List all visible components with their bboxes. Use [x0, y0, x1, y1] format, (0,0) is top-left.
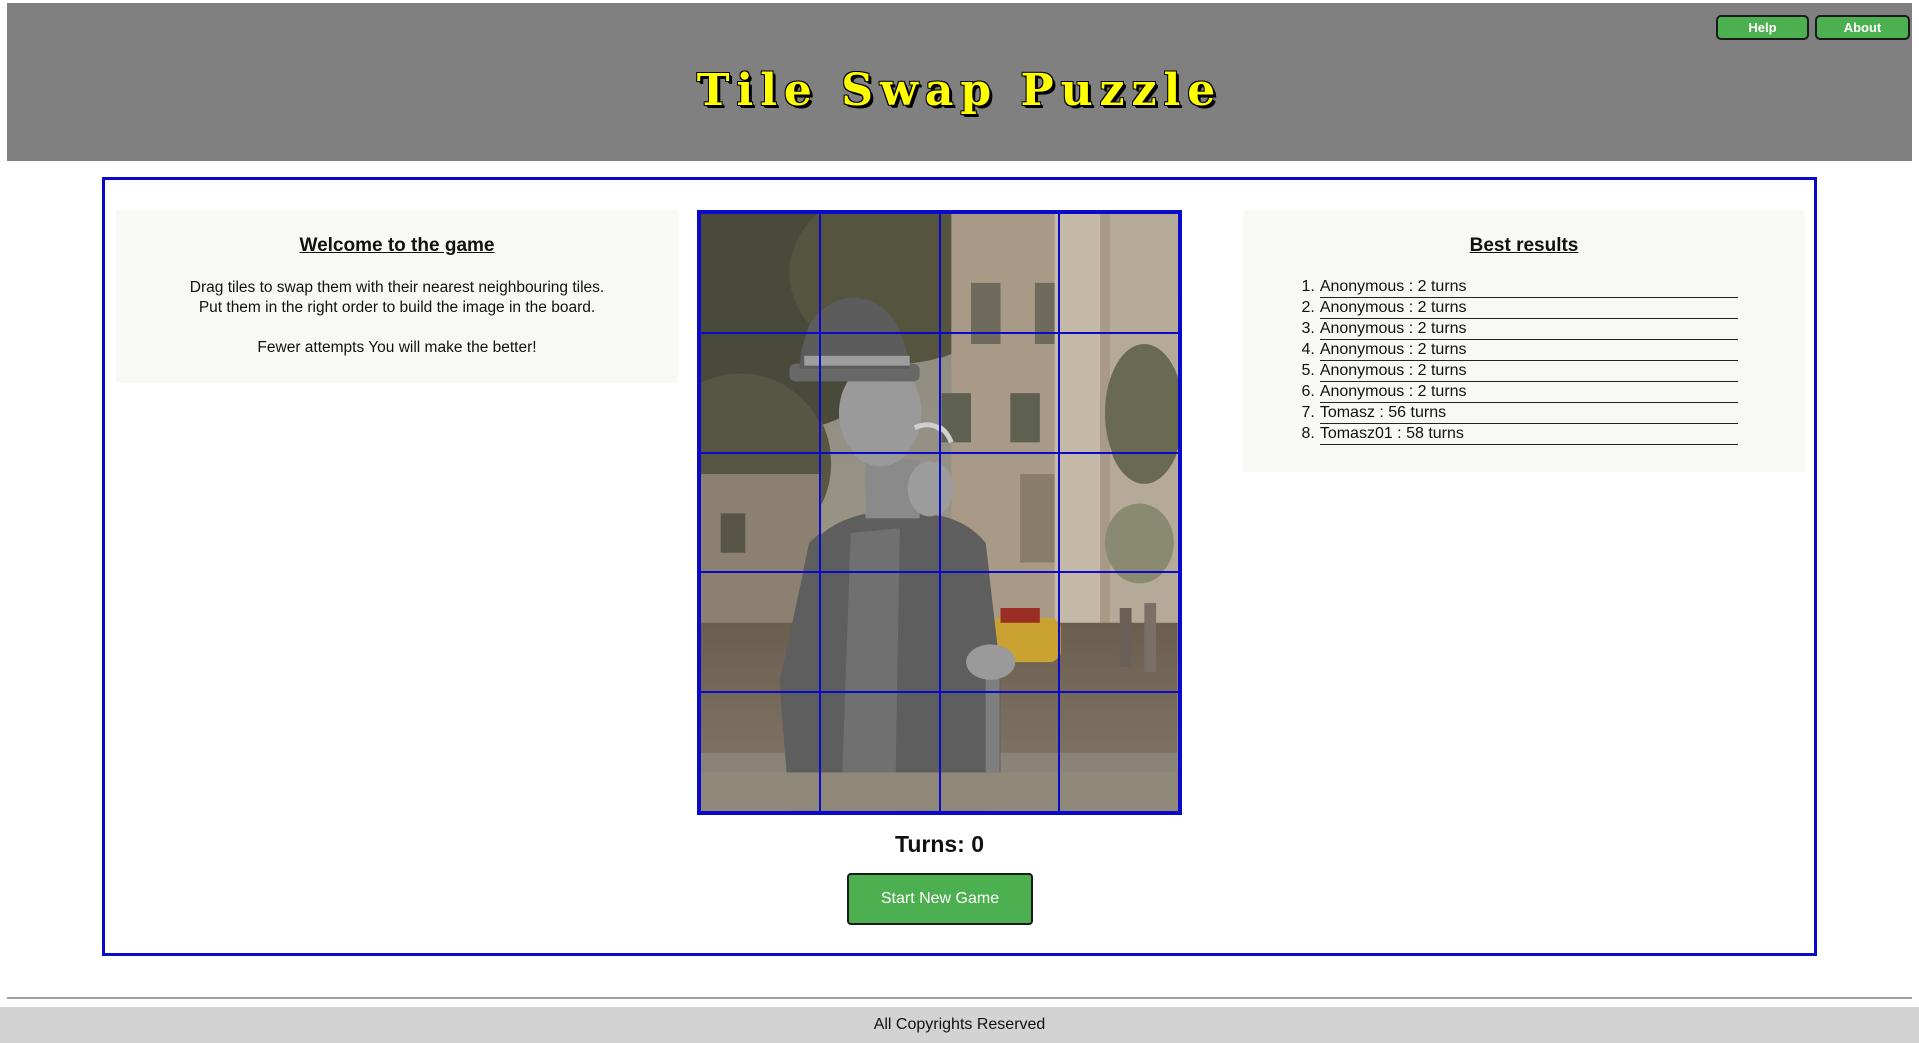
tile-image: [701, 693, 819, 811]
tile-image: [1060, 573, 1178, 692]
result-text: Anonymous : 2 turns: [1319, 319, 1738, 340]
result-text: Tomasz : 56 turns: [1319, 403, 1738, 424]
tile-image: [940, 693, 1059, 811]
tile-image: [701, 453, 819, 572]
tile-image: [940, 333, 1059, 452]
tile-image: [1060, 214, 1178, 332]
puzzle-tile[interactable]: [700, 332, 820, 453]
tile-image: [820, 214, 939, 332]
welcome-heading: Welcome to the game: [299, 235, 495, 256]
puzzle-tile[interactable]: [1059, 452, 1179, 573]
result-text: Anonymous : 2 turns: [1319, 340, 1738, 361]
instruction-line: Fewer attempts You will make the better!: [257, 339, 537, 356]
tile-image: [1060, 453, 1178, 572]
puzzle-tile[interactable]: [700, 452, 820, 573]
puzzle-tile[interactable]: [939, 213, 1060, 333]
results-list: 1. Anonymous : 2 turns 2. Anonymous : 2 tur…: [1298, 277, 1738, 445]
puzzle-tile[interactable]: [819, 452, 940, 573]
result-rank: 6.: [1301, 383, 1315, 400]
tile-image: [701, 573, 819, 692]
results-heading: Best results: [1469, 235, 1579, 256]
puzzle-tile[interactable]: [1059, 692, 1179, 812]
tile-image: [701, 333, 819, 452]
result-text: Anonymous : 2 turns: [1319, 361, 1738, 382]
result-rank: 4.: [1301, 341, 1315, 358]
result-rank: 3.: [1301, 320, 1315, 337]
tile-image: [820, 453, 939, 572]
game-container: Welcome to the game Drag tiles to swap t…: [102, 177, 1817, 956]
puzzle-tile[interactable]: [1059, 213, 1179, 333]
start-new-game-button[interactable]: Start New Game: [847, 873, 1033, 925]
puzzle-tile[interactable]: [819, 692, 940, 812]
result-item: 1. Anonymous : 2 turns: [1298, 277, 1738, 298]
result-text: Anonymous : 2 turns: [1319, 298, 1738, 319]
result-item: 4. Anonymous : 2 turns: [1298, 340, 1738, 361]
turns-counter: Turns: 0: [894, 831, 985, 857]
puzzle-tile[interactable]: [819, 572, 940, 693]
footer: All Copyrights Reserved: [0, 1007, 1919, 1043]
puzzle-tile[interactable]: [819, 213, 940, 333]
puzzle-tile[interactable]: [939, 332, 1060, 453]
puzzle-tile[interactable]: [700, 213, 820, 333]
result-item: 8. Tomasz01 : 58 turns: [1298, 424, 1738, 445]
puzzle-board: [697, 210, 1182, 815]
result-item: 2. Anonymous : 2 turns: [1298, 298, 1738, 319]
about-button[interactable]: About: [1815, 15, 1910, 40]
result-text: Anonymous : 2 turns: [1319, 382, 1738, 403]
puzzle-tile[interactable]: [939, 572, 1060, 693]
result-item: 6. Anonymous : 2 turns: [1298, 382, 1738, 403]
page-title: Tile Swap Puzzle: [696, 65, 1223, 116]
result-text: Anonymous : 2 turns: [1319, 277, 1738, 298]
tile-image: [820, 573, 939, 692]
instructions: Drag tiles to swap them with their neare…: [116, 278, 678, 358]
tile-image: [820, 693, 939, 811]
puzzle-tile[interactable]: [700, 572, 820, 693]
result-item: 7. Tomasz : 56 turns: [1298, 403, 1738, 424]
tile-image: [940, 453, 1059, 572]
footer-divider: [7, 997, 1912, 999]
instruction-line: Put them in the right order to build the…: [198, 299, 596, 316]
tile-image: [1060, 333, 1178, 452]
copyright-text: All Copyrights Reserved: [873, 1016, 1046, 1033]
result-rank: 5.: [1301, 362, 1315, 379]
puzzle-tile[interactable]: [1059, 572, 1179, 693]
header-bar: Tile Swap Puzzle Help About: [7, 3, 1912, 161]
result-rank: 7.: [1301, 404, 1315, 421]
result-text: Tomasz01 : 58 turns: [1319, 424, 1738, 445]
instruction-line: Drag tiles to swap them with their neare…: [189, 279, 605, 296]
tile-image: [940, 214, 1059, 332]
help-button[interactable]: Help: [1716, 15, 1809, 40]
puzzle-tile[interactable]: [939, 452, 1060, 573]
result-item: 3. Anonymous : 2 turns: [1298, 319, 1738, 340]
result-item: 5. Anonymous : 2 turns: [1298, 361, 1738, 382]
welcome-panel: Welcome to the game Drag tiles to swap t…: [116, 210, 678, 383]
tile-image: [820, 333, 939, 452]
puzzle-tile[interactable]: [1059, 332, 1179, 453]
tile-image: [701, 214, 819, 332]
tile-image: [940, 573, 1059, 692]
best-results-panel: Best results 1. Anonymous : 2 turns 2. Anon…: [1243, 210, 1805, 472]
puzzle-tile[interactable]: [700, 692, 820, 812]
puzzle-tile[interactable]: [819, 332, 940, 453]
puzzle-tile[interactable]: [939, 692, 1060, 812]
tile-image: [1060, 693, 1178, 811]
result-rank: 8.: [1301, 425, 1315, 442]
result-rank: 1.: [1301, 278, 1315, 295]
result-rank: 2.: [1301, 299, 1315, 316]
